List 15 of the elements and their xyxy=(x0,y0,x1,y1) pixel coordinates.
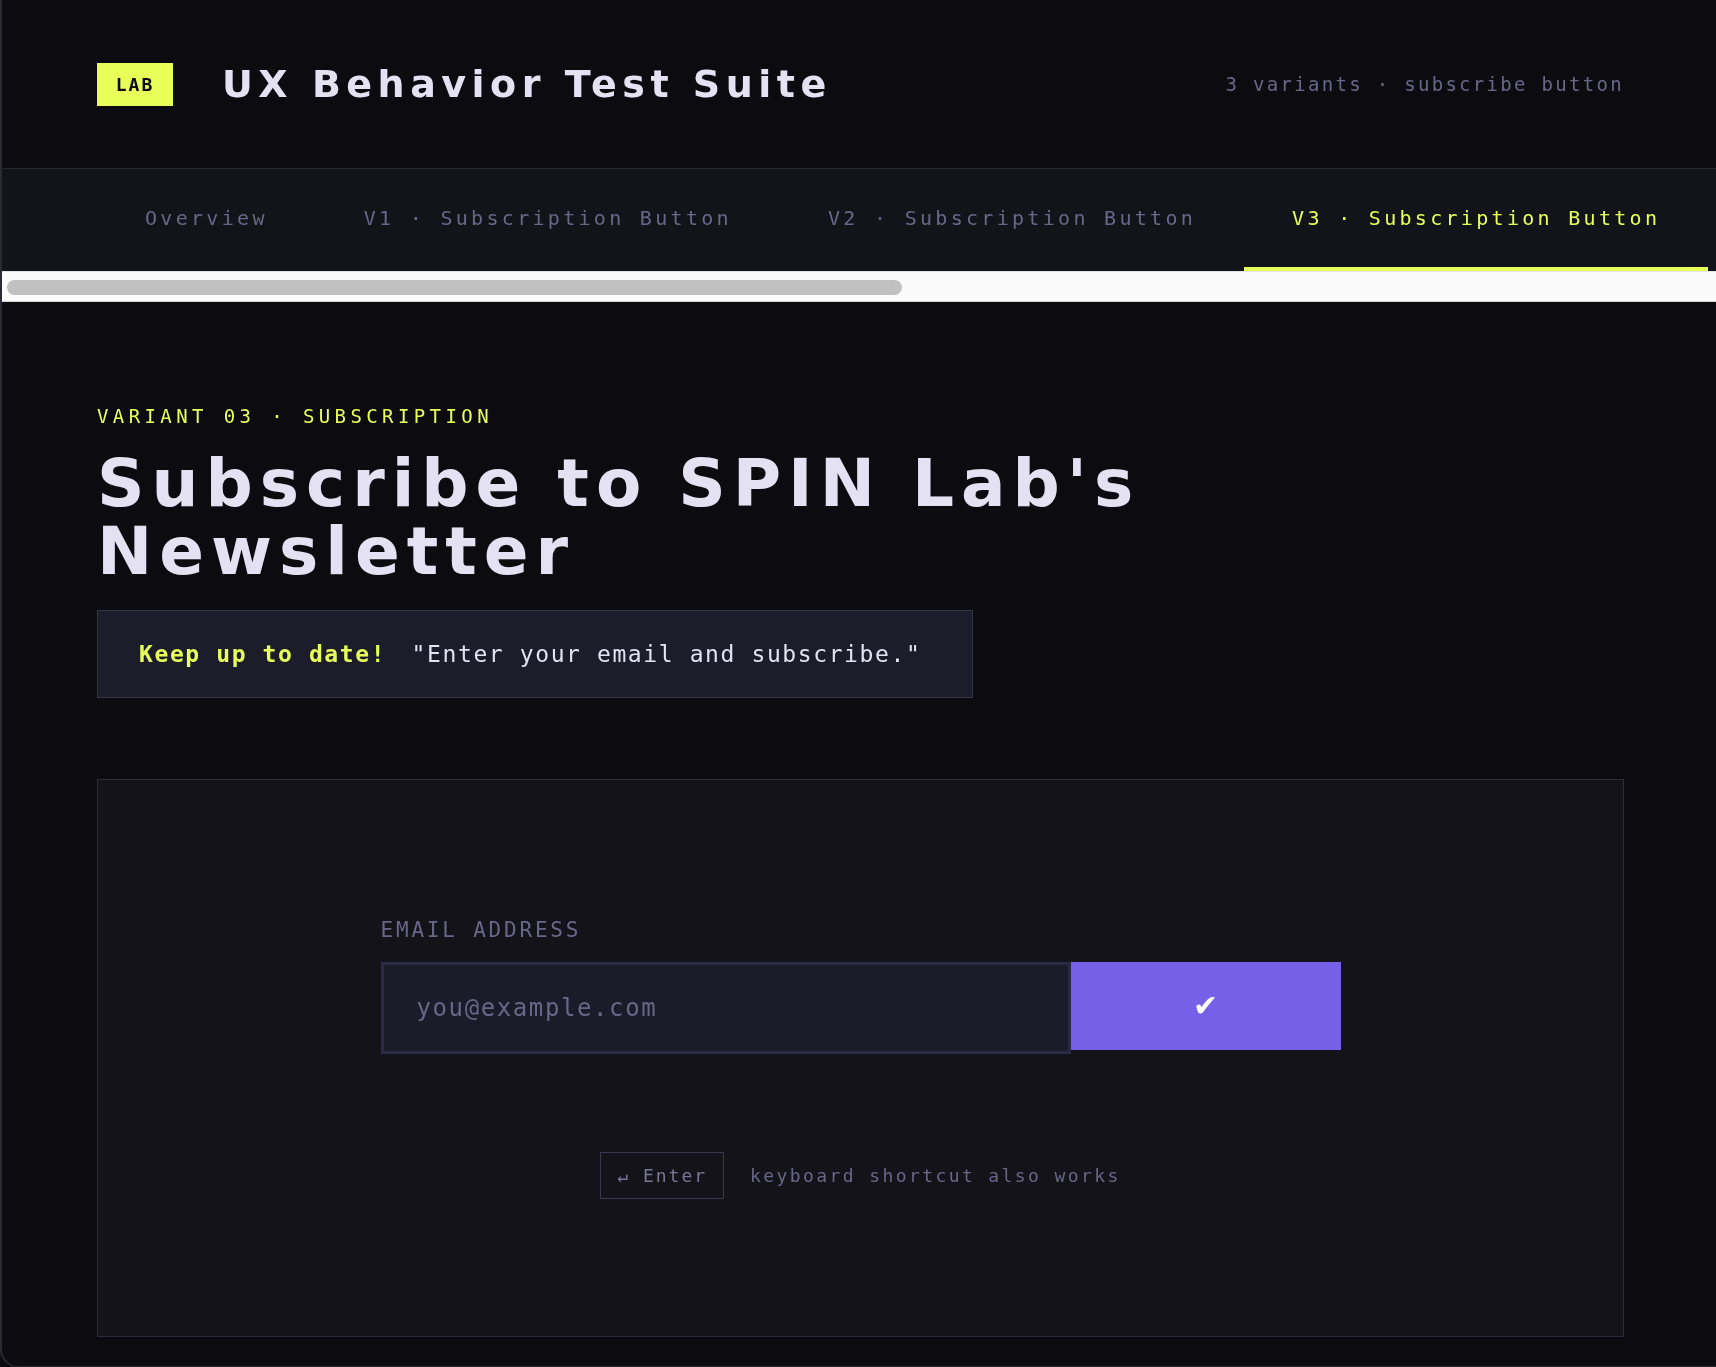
shortcut-hint: keyboard shortcut also works xyxy=(750,1164,1121,1186)
enter-keycap: ↵ Enter xyxy=(600,1151,725,1199)
nav-tab[interactable]: V2 · Subscription Button xyxy=(779,169,1245,271)
email-input[interactable]: you@example.com xyxy=(380,961,1071,1054)
scrollbar-thumb[interactable] xyxy=(7,280,902,295)
nav-tab[interactable]: V1 · Subscription Button xyxy=(315,169,780,271)
submit-button[interactable]: ✔ xyxy=(1070,961,1341,1050)
nav-tab[interactable]: Overview xyxy=(97,169,316,271)
variant-label: VARIANT 03 · SUBSCRIPTION xyxy=(97,405,493,427)
page-heading: Subscribe to SPIN Lab's Newsletter xyxy=(97,450,1142,586)
app-title: UX Behavior Test Suite xyxy=(222,62,832,106)
callout-text: Keep up to date! "Enter your email and subscribe." xyxy=(139,641,922,667)
lab-badge: LAB xyxy=(97,62,173,106)
variant-count-text: 3 variants · subscribe button xyxy=(1225,73,1624,95)
field-label: EMAIL ADDRESS xyxy=(380,917,582,942)
